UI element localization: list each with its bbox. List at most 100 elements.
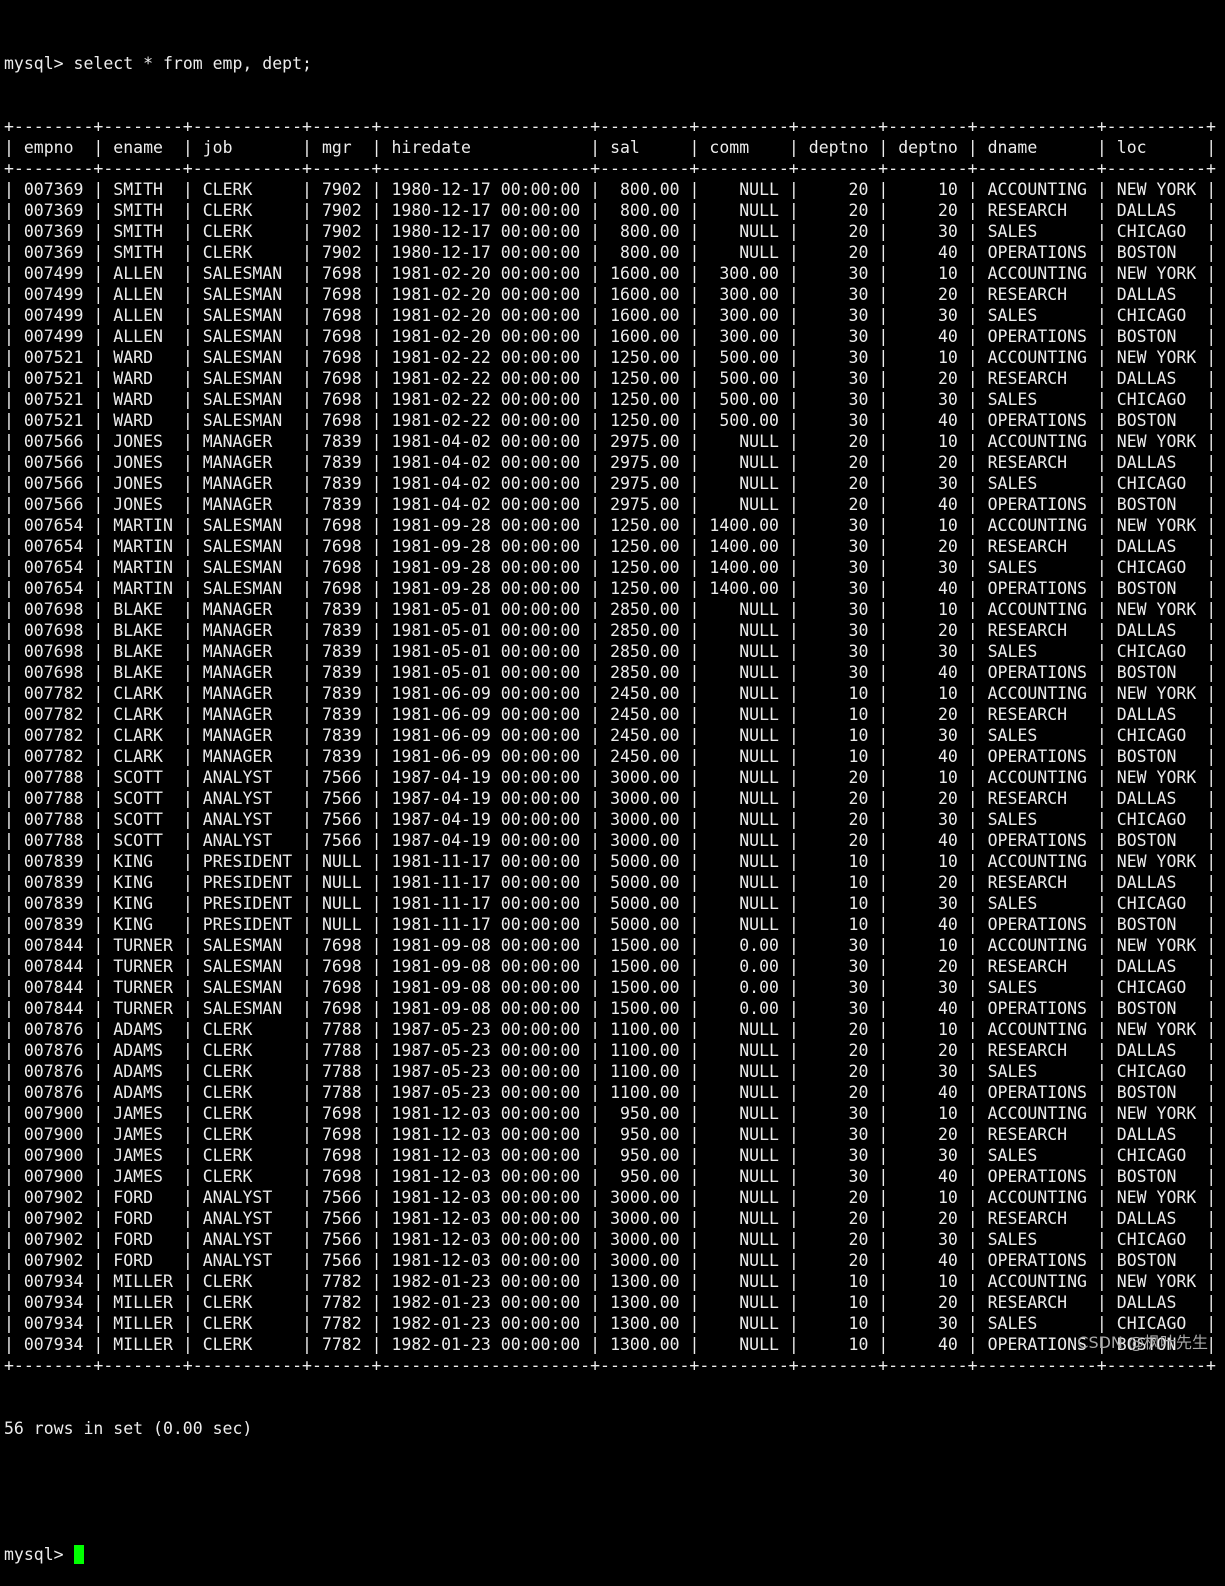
cell-dname: OPERATIONS — [987, 915, 1087, 934]
cell-deptno: 20 — [808, 1062, 869, 1081]
cell-sal: 1300.00 — [610, 1293, 680, 1312]
cell-mgr: NULL — [321, 873, 362, 892]
cell-dname: OPERATIONS — [987, 411, 1087, 430]
cell-job: SALESMAN — [202, 978, 293, 997]
cell-ename: TURNER — [113, 936, 173, 955]
cell-deptno: 10 — [808, 705, 869, 724]
cell-dname: ACCOUNTING — [987, 180, 1087, 199]
cell-mgr: 7839 — [321, 453, 362, 472]
column-header-hiredate: hiredate — [391, 138, 581, 157]
cell-job: CLERK — [202, 180, 293, 199]
cell-dname: ACCOUNTING — [987, 1020, 1087, 1039]
cell-sal: 950.00 — [610, 1125, 680, 1144]
cell-dname: SALES — [987, 1062, 1087, 1081]
cell-job: ANALYST — [202, 768, 293, 787]
table-row: | 007698 | BLAKE | MANAGER | 7839 | 1981… — [4, 642, 1217, 661]
column-header-loc: loc — [1116, 138, 1197, 157]
cell-loc: BOSTON — [1116, 243, 1197, 262]
cell-ename: SMITH — [113, 180, 173, 199]
cell-mgr: 7698 — [321, 348, 362, 367]
cell-hiredate: 1981-09-28 00:00:00 — [391, 516, 581, 535]
cell-deptno: 20 — [898, 285, 958, 304]
cell-sal: 2450.00 — [610, 705, 680, 724]
cell-sal: 1100.00 — [610, 1020, 680, 1039]
cell-sal: 950.00 — [610, 1146, 680, 1165]
cell-sal: 2975.00 — [610, 474, 680, 493]
cell-loc: BOSTON — [1116, 1167, 1197, 1186]
table-row: | 007369 | SMITH | CLERK | 7902 | 1980-1… — [4, 243, 1217, 262]
cell-deptno: 10 — [898, 432, 958, 451]
cell-loc: DALLAS — [1116, 789, 1197, 808]
cell-deptno: 20 — [808, 1251, 869, 1270]
cell-job: SALESMAN — [202, 537, 293, 556]
cell-hiredate: 1981-06-09 00:00:00 — [391, 726, 581, 745]
cell-job: SALESMAN — [202, 957, 293, 976]
cell-ename: ALLEN — [113, 264, 173, 283]
table-row: | 007788 | SCOTT | ANALYST | 7566 | 1987… — [4, 768, 1217, 787]
cell-loc: BOSTON — [1116, 747, 1197, 766]
table-row: | 007698 | BLAKE | MANAGER | 7839 | 1981… — [4, 621, 1217, 640]
cell-dname: RESEARCH — [987, 957, 1087, 976]
table-row: | 007839 | KING | PRESIDENT | NULL | 198… — [4, 915, 1217, 934]
cell-loc: BOSTON — [1116, 663, 1197, 682]
table-row: | 007654 | MARTIN | SALESMAN | 7698 | 19… — [4, 579, 1217, 598]
cell-deptno: 20 — [808, 201, 869, 220]
cell-sal: 3000.00 — [610, 1230, 680, 1249]
cell-loc: BOSTON — [1116, 915, 1197, 934]
cell-dname: RESEARCH — [987, 1293, 1087, 1312]
cell-mgr: 7698 — [321, 1146, 362, 1165]
cell-hiredate: 1981-02-20 00:00:00 — [391, 264, 581, 283]
cell-mgr: 7698 — [321, 558, 362, 577]
cell-loc: NEW YORK — [1116, 1272, 1197, 1291]
cell-empno: 007902 — [23, 1188, 84, 1207]
cell-loc: NEW YORK — [1116, 768, 1197, 787]
cell-job: ANALYST — [202, 810, 293, 829]
cell-empno: 007521 — [23, 348, 84, 367]
cell-loc: DALLAS — [1116, 957, 1197, 976]
terminal-output: mysql> select * from emp, dept; +-------… — [4, 11, 1216, 1586]
cell-mgr: 7902 — [321, 180, 362, 199]
input-line[interactable]: mysql> — [4, 1544, 1216, 1565]
cell-loc: BOSTON — [1116, 999, 1197, 1018]
cell-ename: FORD — [113, 1188, 173, 1207]
cell-deptno: 30 — [808, 411, 869, 430]
cell-dname: RESEARCH — [987, 1209, 1087, 1228]
cell-hiredate: 1981-02-20 00:00:00 — [391, 306, 581, 325]
cell-deptno: 20 — [898, 1041, 958, 1060]
cell-deptno: 30 — [808, 642, 869, 661]
table-row: | 007499 | ALLEN | SALESMAN | 7698 | 198… — [4, 264, 1217, 283]
table-header: | empno | ename | job | mgr | hiredate |… — [4, 138, 1217, 157]
cell-hiredate: 1987-04-19 00:00:00 — [391, 831, 581, 850]
cell-comm: NULL — [709, 1125, 779, 1144]
cell-job: CLERK — [202, 1062, 293, 1081]
cell-job: MANAGER — [202, 663, 293, 682]
cell-mgr: 7698 — [321, 516, 362, 535]
cursor[interactable] — [73, 1545, 84, 1564]
cell-loc: NEW YORK — [1116, 348, 1197, 367]
cell-loc: BOSTON — [1116, 327, 1197, 346]
cell-sal: 1300.00 — [610, 1335, 680, 1354]
cell-dname: SALES — [987, 474, 1087, 493]
table-row: | 007844 | TURNER | SALESMAN | 7698 | 19… — [4, 999, 1217, 1018]
cell-loc: DALLAS — [1116, 453, 1197, 472]
cell-job: CLERK — [202, 1083, 293, 1102]
cell-empno: 007782 — [23, 705, 84, 724]
cell-job: ANALYST — [202, 1188, 293, 1207]
cell-empno: 007900 — [23, 1167, 84, 1186]
cell-comm: NULL — [709, 789, 779, 808]
cell-loc: BOSTON — [1116, 495, 1197, 514]
cell-dname: RESEARCH — [987, 873, 1087, 892]
cell-deptno: 40 — [898, 747, 958, 766]
cell-mgr: 7698 — [321, 978, 362, 997]
cell-mgr: 7566 — [321, 1188, 362, 1207]
cell-mgr: 7839 — [321, 726, 362, 745]
cell-job: ANALYST — [202, 1251, 293, 1270]
cell-loc: BOSTON — [1116, 579, 1197, 598]
table-row: | 007782 | CLARK | MANAGER | 7839 | 1981… — [4, 684, 1217, 703]
cell-sal: 2450.00 — [610, 726, 680, 745]
cell-comm: NULL — [709, 1083, 779, 1102]
cell-empno: 007369 — [23, 243, 84, 262]
cell-comm: NULL — [709, 1335, 779, 1354]
cell-loc: CHICAGO — [1116, 1230, 1197, 1249]
table-row: | 007698 | BLAKE | MANAGER | 7839 | 1981… — [4, 600, 1217, 619]
